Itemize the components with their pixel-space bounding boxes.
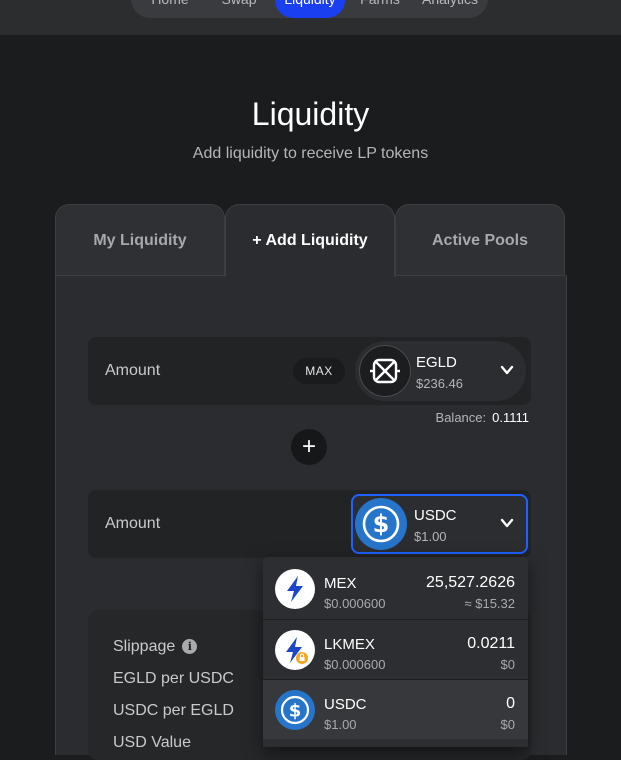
token-select-egld[interactable]: EGLD $236.46	[355, 341, 526, 401]
info-icon[interactable]: i	[182, 639, 198, 654]
token-balance: 25,527.2626	[426, 574, 515, 591]
token-price: $1.00	[324, 717, 357, 732]
tab-my-liquidity[interactable]: My Liquidity	[55, 204, 225, 276]
token-value: $0	[500, 717, 515, 732]
tab-divider	[395, 275, 565, 276]
svg-text:$: $	[289, 701, 302, 722]
token-balance: 0	[506, 695, 515, 712]
token-select-usdc[interactable]: $ USDC $1.00	[351, 494, 528, 554]
tab-add-liquidity[interactable]: + Add Liquidity	[225, 204, 395, 277]
nav-liquidity[interactable]: Liquidity	[275, 0, 345, 18]
token-dropdown: MEX $0.000600 25,527.2626 ≈ $15.32 LKMEX…	[263, 557, 528, 747]
chevron-down-icon	[500, 365, 514, 375]
slippage-row: Slippage i	[113, 638, 198, 656]
token-value: $0	[500, 657, 515, 672]
top-bar: Home Swap Liquidity Farms Analytics	[0, 0, 621, 35]
token-price: $0.000600	[324, 596, 386, 611]
slippage-label: Slippage	[113, 638, 176, 655]
token-price: $1.00	[414, 529, 447, 544]
token-name: LKMEX	[324, 636, 375, 653]
nav-farms[interactable]: Farms	[355, 0, 405, 18]
egld-per-usdc-label: EGLD per USDC	[113, 670, 234, 687]
lkmex-icon	[275, 630, 315, 670]
amount-input[interactable]: Amount	[105, 337, 160, 405]
tab-divider	[55, 275, 225, 276]
balance-label: Balance:	[435, 410, 487, 425]
mex-icon	[275, 569, 315, 609]
balance-display: Balance: 0.1111	[436, 410, 529, 425]
usd-value-label: USD Value	[113, 734, 191, 751]
dropdown-item-mex[interactable]: MEX $0.000600 25,527.2626 ≈ $15.32	[263, 559, 528, 618]
usdc-per-egld-label: USDC per EGLD	[113, 702, 234, 719]
balance-value: 0.1111	[492, 410, 529, 425]
nav-home[interactable]: Home	[145, 0, 195, 18]
chevron-down-icon	[500, 518, 514, 528]
plus-icon: +	[291, 429, 327, 465]
page-subtitle: Add liquidity to receive LP tokens	[192, 145, 429, 162]
usdc-icon: $	[275, 690, 315, 730]
dropdown-item-usdc[interactable]: $ USDC $1.00 0 $0	[263, 680, 528, 739]
second-amount-row: Amount $ USDC $1.00	[88, 490, 531, 558]
egld-icon	[359, 345, 411, 397]
page-title: Liquidity	[251, 96, 370, 132]
token-name: EGLD	[416, 354, 457, 371]
tab-label: Active Pools	[431, 231, 529, 249]
token-price: $0.000600	[324, 657, 386, 672]
token-value: ≈ $15.32	[464, 596, 515, 611]
max-button[interactable]: MAX	[293, 358, 345, 384]
first-amount-row: Amount MAX EGLD $236.46	[88, 337, 531, 405]
nav-swap[interactable]: Swap	[213, 0, 265, 18]
amount-input[interactable]: Amount	[105, 490, 160, 558]
tab-active-pools[interactable]: Active Pools	[395, 204, 565, 276]
dropdown-item-lkmex[interactable]: LKMEX $0.000600 0.0211 $0	[263, 620, 528, 679]
token-balance: 0.0211	[467, 635, 515, 652]
main-nav: Home Swap Liquidity Farms Analytics	[131, 0, 488, 18]
svg-text:$: $	[373, 510, 390, 538]
nav-analytics[interactable]: Analytics	[415, 0, 485, 18]
token-name: USDC	[324, 696, 367, 713]
tab-label: My Liquidity	[93, 231, 187, 249]
token-name: USDC	[414, 507, 457, 524]
token-name: MEX	[324, 575, 357, 592]
tab-label: + Add Liquidity	[252, 232, 368, 249]
token-price: $236.46	[416, 376, 463, 391]
usdc-icon: $	[355, 498, 407, 550]
